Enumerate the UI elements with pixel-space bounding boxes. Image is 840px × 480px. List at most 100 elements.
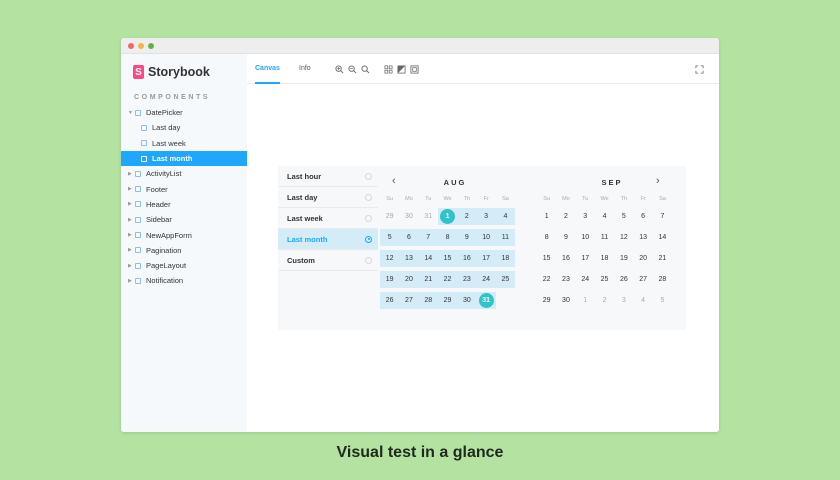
day-cell[interactable]: 17 [476,250,496,267]
day-cell[interactable]: 5 [614,208,633,225]
day-cell[interactable]: 30 [399,208,418,225]
fullscreen-icon[interactable] [695,65,704,74]
day-cell[interactable]: 12 [380,250,400,267]
day-cell[interactable]: 27 [399,292,419,309]
background-icon[interactable] [397,65,406,74]
preset-option[interactable]: Last month [278,229,378,250]
day-cell[interactable]: 28 [418,292,438,309]
day-cell[interactable]: 9 [556,229,575,246]
day-cell[interactable]: 11 [495,229,516,246]
day-cell[interactable]: 13 [399,250,419,267]
minimize-window-icon[interactable] [138,43,144,49]
day-cell[interactable]: 5 [653,292,672,309]
sidebar-item[interactable]: Last week [121,136,247,151]
zoom-reset-icon[interactable] [361,65,370,74]
sidebar-item[interactable]: ▶ Pagination [121,243,247,258]
day-cell[interactable]: 3 [476,208,496,225]
day-cell[interactable]: 10 [476,229,496,246]
day-cell[interactable]: 19 [614,250,633,267]
day-cell[interactable]: 16 [457,250,477,267]
outline-icon[interactable] [410,65,419,74]
sidebar-item[interactable]: ▶ PageLayout [121,258,247,273]
day-cell[interactable]: 4 [633,292,652,309]
day-cell[interactable]: 10 [576,229,595,246]
day-cell[interactable]: 25 [595,271,614,288]
day-cell[interactable]: 3 [614,292,633,309]
sidebar-item-label: ActivityList [146,169,182,179]
day-cell[interactable]: 2 [556,208,575,225]
day-cell[interactable]: 21 [653,250,672,267]
day-cell[interactable]: 3 [576,208,595,225]
day-cell[interactable]: 20 [633,250,652,267]
preset-option[interactable]: Last day [278,187,378,208]
grid-icon[interactable] [384,65,393,74]
day-cell[interactable]: 4 [495,208,516,225]
day-cell[interactable]: 23 [556,271,575,288]
sidebar-item[interactable]: ▶ Notification [121,273,247,288]
storybook-logo[interactable]: S Storybook [133,65,210,79]
day-cell[interactable]: 19 [380,271,400,288]
day-cell[interactable]: 18 [595,250,614,267]
sidebar-item[interactable]: Last month [121,150,247,167]
day-cell[interactable]: 31 [419,208,438,225]
day-cell[interactable]: 29 [380,208,399,225]
close-window-icon[interactable] [128,43,134,49]
sidebar-item[interactable]: ▶ Header [121,197,247,212]
sidebar-item[interactable]: ▶ Sidebar [121,212,247,227]
day-cell[interactable]: 7 [653,208,672,225]
day-cell[interactable]: 1 [576,292,595,309]
maximize-window-icon[interactable] [148,43,154,49]
day-cell[interactable]: 8 [437,229,458,246]
day-cell[interactable]: 14 [418,250,438,267]
day-cell[interactable]: 25 [495,271,516,288]
sidebar-item[interactable]: ▶ Footer [121,181,247,196]
day-cell[interactable]: 6 [633,208,652,225]
zoom-out-icon[interactable] [348,65,357,74]
day-cell[interactable]: 2 [457,208,477,225]
sidebar-item[interactable]: ▶ ActivityList [121,166,247,181]
day-cell[interactable]: 1 [537,208,556,225]
day-cell[interactable]: 23 [457,271,477,288]
tab-canvas[interactable]: Canvas [255,54,280,84]
day-cell[interactable]: 12 [614,229,633,246]
day-cell[interactable]: 30 [556,292,575,309]
preset-option[interactable]: Last hour [278,166,378,187]
day-cell[interactable]: 18 [495,250,516,267]
preset-option[interactable]: Last week [278,208,378,229]
day-cell[interactable]: 24 [476,271,496,288]
day-cell[interactable]: 20 [399,271,419,288]
day-cell[interactable]: 26 [380,292,400,309]
selected-day-cell[interactable]: 31 [476,292,496,309]
day-cell[interactable]: 14 [653,229,672,246]
day-cell[interactable]: 29 [537,292,556,309]
day-cell[interactable]: 27 [633,271,652,288]
day-cell[interactable]: 15 [437,250,458,267]
day-cell[interactable]: 22 [437,271,458,288]
day-cell[interactable]: 24 [576,271,595,288]
day-cell[interactable]: 17 [576,250,595,267]
day-cell[interactable]: 16 [556,250,575,267]
preset-option[interactable]: Custom [278,250,378,271]
day-cell[interactable]: 6 [399,229,419,246]
day-cell[interactable]: 26 [614,271,633,288]
day-cell[interactable]: 4 [595,208,614,225]
day-cell[interactable]: 29 [437,292,458,309]
zoom-in-icon[interactable] [335,65,344,74]
sidebar-item[interactable]: Last day [121,120,247,135]
sidebar-item[interactable]: ▼ DatePicker [121,105,247,120]
day-cell[interactable]: 30 [457,292,477,309]
day-cell[interactable]: 22 [537,271,556,288]
day-cell[interactable]: 11 [595,229,614,246]
day-cell[interactable]: 28 [653,271,672,288]
day-cell[interactable]: 15 [537,250,556,267]
day-cell[interactable]: 7 [418,229,438,246]
day-cell[interactable]: 5 [380,229,400,246]
day-cell[interactable]: 13 [633,229,652,246]
sidebar-item[interactable]: ▶ NewAppForm [121,227,247,242]
day-cell[interactable]: 8 [537,229,556,246]
day-cell[interactable]: 9 [457,229,477,246]
day-cell[interactable]: 21 [418,271,438,288]
day-cell[interactable]: 2 [595,292,614,309]
selected-day-cell[interactable]: 1 [437,208,458,225]
tab-info[interactable]: Info [299,54,311,84]
